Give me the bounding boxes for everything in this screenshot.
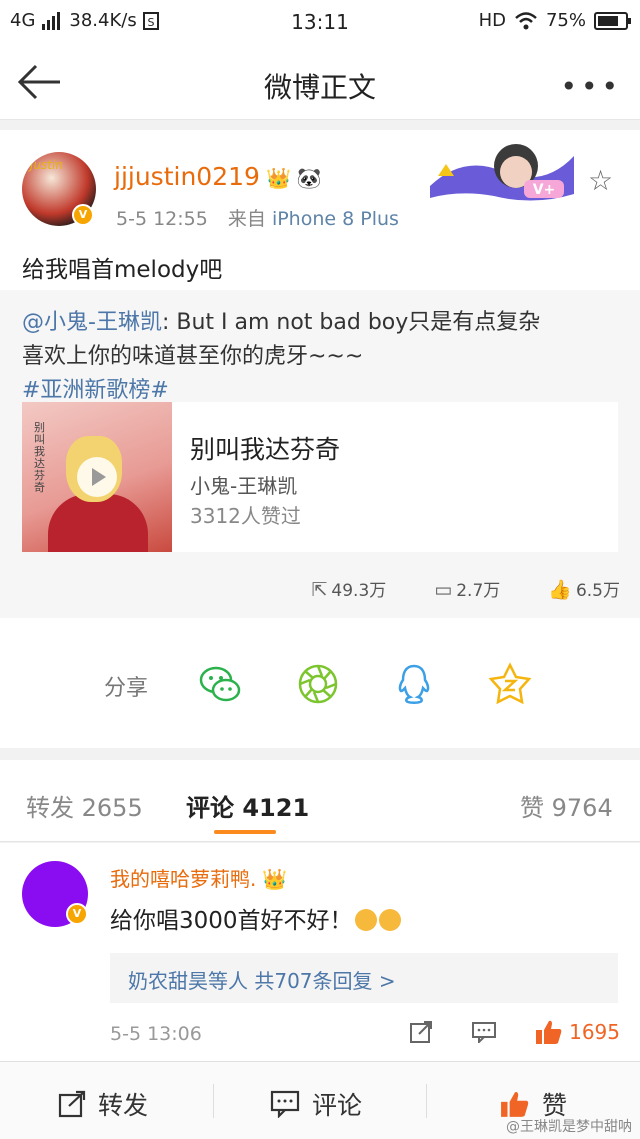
avatar-text: Justin — [30, 158, 64, 172]
thumb-up-filled-icon — [501, 1092, 529, 1117]
panda-icon: 🐼 — [296, 166, 322, 190]
comment-share-icon[interactable] — [409, 1020, 433, 1044]
qzone-icon[interactable] — [488, 662, 532, 706]
divider — [426, 1084, 427, 1118]
crown-icon: 👑 — [265, 166, 291, 190]
divider — [213, 1084, 214, 1118]
comment-replies-link[interactable]: 奶农甜昊等人 共707条回复 > — [110, 953, 618, 1003]
battery-percent: 75% — [545, 10, 586, 31]
comment-count-text: 2.7万 — [456, 581, 501, 601]
comment-count[interactable]: ▭ 2.7万 — [434, 576, 500, 601]
comment-like-button[interactable]: 1695 — [535, 1019, 620, 1045]
from-label: 来自 — [227, 208, 266, 230]
music-card[interactable]: 别叫我达芬奇 别叫我达芬奇 小鬼-王琳凯 3312人赞过 — [22, 402, 618, 552]
emoji-icon — [354, 909, 377, 931]
tab-likes[interactable]: 赞 9764 — [520, 788, 613, 823]
page-title: 微博正文 — [263, 71, 376, 104]
tab-reposts-count: 2655 — [81, 794, 143, 822]
post-meta: 5-5 12:55 来自 iPhone 8 Plus — [116, 204, 399, 231]
wechat-icon[interactable] — [198, 662, 242, 706]
comment-actions: 1695 — [409, 1019, 620, 1045]
comment-bubble-icon — [270, 1090, 300, 1118]
vip-banner-icon[interactable]: V+ — [424, 136, 580, 206]
post-time: 5-5 12:55 — [116, 208, 208, 230]
repost-container[interactable]: @小鬼-王琳凯: But I am not bad boy只是有点复杂 喜欢上你… — [0, 290, 640, 618]
commenter-name-text[interactable]: 我的嘻哈萝莉鸭. — [110, 867, 256, 891]
share-label: 分享 — [104, 676, 149, 701]
tab-reposts-label: 转发 — [26, 794, 74, 822]
qq-icon[interactable] — [392, 662, 436, 706]
battery-icon — [594, 11, 631, 30]
cover-figure-body — [48, 494, 148, 552]
share-out-icon: ⇱ — [311, 579, 328, 601]
commenter-name[interactable]: 我的嘻哈萝莉鸭. 👑 — [110, 863, 287, 892]
comment-text-content: 给你唱3000首好不好！ — [110, 908, 353, 934]
post-device[interactable]: iPhone 8 Plus — [272, 208, 399, 230]
svg-text:V+: V+ — [533, 182, 556, 198]
cover-text: 别叫我达芬奇 — [34, 421, 45, 494]
repost-count[interactable]: ⇱ 49.3万 — [312, 576, 387, 601]
comment-item: V 我的嘻哈萝莉鸭. 👑 给你唱3000首好不好！ 奶农甜昊等人 共707条回复 … — [0, 843, 640, 1061]
tab-reposts[interactable]: 转发 2655 — [26, 788, 143, 823]
repost-text-line2: 喜欢上你的味道甚至你的虎牙~~~ — [22, 344, 364, 369]
commenter-verified-badge-icon: V — [66, 903, 88, 925]
chevron-right-icon: > — [378, 969, 396, 993]
music-likes: 3312人赞过 — [190, 504, 301, 528]
like-count[interactable]: 👍 6.5万 — [548, 576, 620, 601]
moments-icon[interactable] — [296, 662, 340, 706]
bottom-repost-label: 转发 — [98, 1091, 149, 1120]
topic-link[interactable]: #亚洲新歌榜# — [22, 378, 169, 403]
thumb-up-icon: 👍 — [548, 579, 572, 601]
interaction-tabs: 转发 2655 评论 4121 赞 9764 — [0, 760, 640, 842]
tab-comments-label: 评论 — [186, 794, 234, 822]
share-section: 分享 — [0, 618, 640, 748]
repost-count-text: 49.3万 — [331, 581, 387, 601]
bottom-comment-button[interactable]: 评论 — [270, 1086, 362, 1122]
repost-stats: ⇱ 49.3万 ▭ 2.7万 👍 6.5万 — [312, 576, 621, 601]
tab-comments-count: 4121 — [242, 794, 310, 822]
tab-likes-label: 赞 — [520, 794, 544, 822]
reply-count[interactable]: 共707条回复 — [254, 969, 372, 993]
tab-comments[interactable]: 评论 4121 — [186, 788, 309, 823]
reply-users[interactable]: 奶农甜昊等人 — [128, 969, 248, 993]
emoji-icon — [378, 909, 401, 931]
comment-icon: ▭ — [434, 579, 453, 601]
battery-fill — [598, 15, 618, 26]
repost-mention[interactable]: @小鬼-王琳凯 — [22, 310, 162, 335]
comment-like-count: 1695 — [569, 1020, 620, 1044]
status-bar: 4G 38.4K/s S 13:11 HD 75% — [0, 0, 640, 44]
crown-icon: 👑 — [262, 867, 288, 891]
repost-text: @小鬼-王琳凯: But I am not bad boy只是有点复杂 喜欢上你… — [22, 306, 622, 408]
music-artist: 小鬼-王琳凯 — [190, 474, 298, 498]
music-title: 别叫我达芬奇 — [190, 435, 341, 464]
comment-reply-icon[interactable] — [471, 1021, 497, 1043]
more-options-icon[interactable]: ••• — [560, 70, 622, 103]
music-cover[interactable]: 别叫我达芬奇 — [22, 402, 172, 552]
author-name-text[interactable]: jjjustin0219 — [114, 162, 260, 191]
play-icon[interactable] — [77, 457, 117, 497]
comment-text: 给你唱3000首好不好！ — [110, 901, 401, 935]
author-name[interactable]: jjjustin0219 👑 🐼 — [114, 162, 322, 191]
bottom-action-bar: 转发 评论 赞 @王琳凯是梦中甜呐 — [0, 1061, 640, 1139]
verified-badge-icon: V — [72, 204, 94, 226]
bottom-comment-label: 评论 — [312, 1091, 363, 1120]
hd-label: HD — [478, 10, 506, 31]
repost-icon — [58, 1090, 86, 1118]
repost-text-line1: : But I am not bad boy只是有点复杂 — [161, 310, 541, 335]
bottom-repost-button[interactable]: 转发 — [58, 1086, 148, 1122]
status-right: HD 75% — [478, 10, 631, 31]
tab-likes-count: 9764 — [551, 794, 613, 822]
nav-bar: 微博正文 ••• — [0, 44, 640, 120]
thumb-up-filled-icon — [536, 1020, 562, 1044]
wifi-icon — [515, 11, 537, 29]
like-count-text: 6.5万 — [575, 581, 620, 601]
post-text: 给我唱首melody吧 — [22, 257, 223, 283]
active-tab-indicator — [214, 830, 276, 834]
weibo-post: Justin V jjjustin0219 👑 🐼 5-5 12:55 来自 iPh… — [0, 130, 640, 618]
comment-time: 5-5 13:06 — [110, 1023, 202, 1045]
favorite-star-icon[interactable]: ☆ — [588, 164, 613, 197]
watermark: @王琳凯是梦中甜呐 — [506, 1119, 632, 1135]
